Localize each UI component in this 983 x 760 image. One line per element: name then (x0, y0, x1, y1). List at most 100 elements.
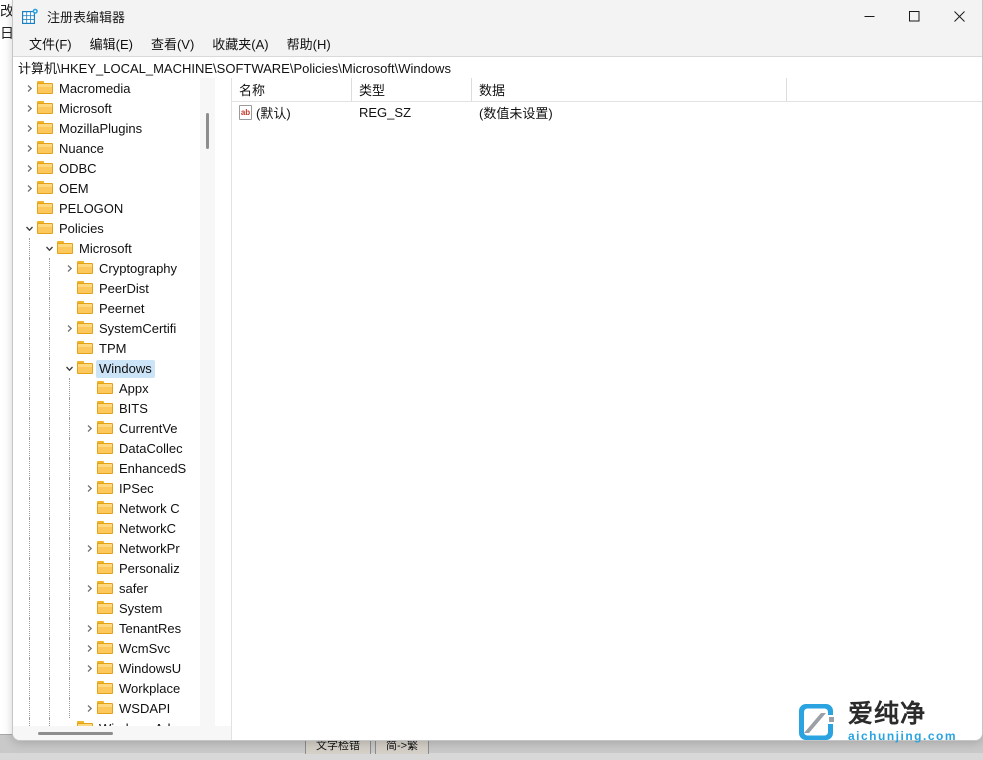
chevron-right-icon[interactable] (81, 658, 97, 678)
chevron-right-icon[interactable] (21, 178, 37, 198)
maximize-button[interactable] (892, 0, 937, 33)
menu-item-edit[interactable]: 编辑(E) (81, 32, 142, 56)
tree-item-windows[interactable]: Windows (13, 358, 199, 378)
tree-guide-line (29, 658, 30, 678)
chevron-down-icon[interactable] (61, 358, 77, 378)
tree-item-workplace[interactable]: Workplace (13, 678, 199, 698)
tree-item-policies[interactable]: Policies (13, 218, 199, 238)
menu-item-help[interactable]: 帮助(H) (278, 32, 340, 56)
tree-item-ipsec[interactable]: IPSec (13, 478, 199, 498)
menu-item-view[interactable]: 查看(V) (142, 32, 203, 56)
tree-item-macromedia[interactable]: Macromedia (13, 78, 199, 98)
folder-icon (97, 601, 114, 615)
tree-item-tenantres[interactable]: TenantRes (13, 618, 199, 638)
tree-item-systemcertifi[interactable]: SystemCertifi (13, 318, 199, 338)
tree-item-network-c[interactable]: Network C (13, 498, 199, 518)
tree-item-pelogon[interactable]: PELOGON (13, 198, 199, 218)
chevron-right-icon[interactable] (21, 78, 37, 98)
tree-item-currentve[interactable]: CurrentVe (13, 418, 199, 438)
tree-vertical-scrollbar-thumb[interactable] (206, 113, 209, 149)
menu-item-file[interactable]: 文件(F) (20, 32, 81, 56)
chevron-right-icon[interactable] (81, 418, 97, 438)
tree-item-cryptography[interactable]: Cryptography (13, 258, 199, 278)
tree-item-label: DataCollec (119, 441, 183, 456)
column-header-data-label: 数据 (479, 80, 505, 99)
chevron-right-icon[interactable] (81, 698, 97, 718)
tree-item-windowsu[interactable]: WindowsU (13, 658, 199, 678)
chevron-right-icon[interactable] (81, 578, 97, 598)
tree-item-system[interactable]: System (13, 598, 199, 618)
registry-values-pane[interactable]: 名称 类型 数据 ab(默认)REG_SZ(数值未设置) (232, 78, 983, 741)
chevron-right-icon[interactable] (21, 158, 37, 178)
chevron-down-icon[interactable] (41, 238, 57, 258)
menu-item-edit-label: 编辑(E) (90, 37, 133, 52)
value-data-cell: (数值未设置) (472, 103, 787, 122)
chevron-down-icon[interactable] (21, 218, 37, 238)
chevron-right-icon[interactable] (61, 258, 77, 278)
column-header-name[interactable]: 名称 (232, 78, 352, 101)
tree-item-windows-adv[interactable]: Windows Adv (13, 718, 199, 726)
tree-item-networkpr[interactable]: NetworkPr (13, 538, 199, 558)
chevron-right-icon[interactable] (21, 98, 37, 118)
tree-item-label: WcmSvc (119, 641, 170, 656)
chevron-right-icon[interactable] (81, 478, 97, 498)
tree-leaf-spacer (81, 558, 97, 578)
folder-icon (37, 101, 54, 115)
tree-horizontal-scrollbar[interactable] (13, 726, 231, 741)
tree-item-personaliz[interactable]: Personaliz (13, 558, 199, 578)
value-row[interactable]: ab(默认)REG_SZ(数值未设置) (232, 102, 983, 123)
close-button[interactable] (937, 0, 982, 33)
chevron-right-icon[interactable] (61, 318, 77, 338)
tree-item-tpm[interactable]: TPM (13, 338, 199, 358)
tree-guide-line (49, 538, 50, 558)
column-header-type[interactable]: 类型 (352, 78, 472, 101)
registry-tree: MacromediaMicrosoftMozillaPluginsNuanceO… (13, 78, 199, 726)
tree-item-wcmsvc[interactable]: WcmSvc (13, 638, 199, 658)
tree-guide-line (49, 398, 50, 418)
tree-guide-line (69, 418, 70, 438)
tree-item-bits[interactable]: BITS (13, 398, 199, 418)
tree-item-label: OEM (59, 181, 89, 196)
tree-guide-line (69, 658, 70, 678)
tree-horizontal-scrollbar-thumb[interactable] (38, 732, 113, 735)
column-header-data[interactable]: 数据 (472, 78, 787, 101)
chevron-right-icon[interactable] (81, 538, 97, 558)
tree-item-microsoft[interactable]: Microsoft (13, 98, 199, 118)
tree-item-nuance[interactable]: Nuance (13, 138, 199, 158)
tree-leaf-spacer (81, 498, 97, 518)
tree-item-peernet[interactable]: Peernet (13, 298, 199, 318)
registry-tree-pane[interactable]: MacromediaMicrosoftMozillaPluginsNuanceO… (13, 78, 232, 741)
menu-item-file-label: 文件(F) (29, 37, 72, 52)
tree-item-appx[interactable]: Appx (13, 378, 199, 398)
address-bar[interactable]: 计算机\HKEY_LOCAL_MACHINE\SOFTWARE\Policies… (13, 56, 982, 79)
column-header-name-label: 名称 (239, 80, 265, 99)
chevron-right-icon[interactable] (81, 618, 97, 638)
tree-item-enhanceds[interactable]: EnhancedS (13, 458, 199, 478)
chevron-right-icon[interactable] (81, 638, 97, 658)
title-bar[interactable]: 注册表编辑器 (13, 0, 982, 33)
tree-guide-line (49, 418, 50, 438)
chevron-right-icon[interactable] (21, 118, 37, 138)
tree-item-peerdist[interactable]: PeerDist (13, 278, 199, 298)
tree-item-datacollec[interactable]: DataCollec (13, 438, 199, 458)
tree-item-networkc[interactable]: NetworkC (13, 518, 199, 538)
tree-item-oem[interactable]: OEM (13, 178, 199, 198)
tree-vertical-scrollbar[interactable] (200, 78, 215, 726)
folder-icon (97, 621, 114, 635)
tree-guide-line (29, 618, 30, 638)
minimize-button[interactable] (847, 0, 892, 33)
tree-item-odbc[interactable]: ODBC (13, 158, 199, 178)
tree-guide-line (29, 638, 30, 658)
tree-guide-line (69, 638, 70, 658)
tree-guide-line (49, 358, 50, 378)
chevron-right-icon[interactable] (21, 138, 37, 158)
tree-leaf-spacer (81, 378, 97, 398)
tree-item-microsoft[interactable]: Microsoft (13, 238, 199, 258)
tree-guide-line (49, 378, 50, 398)
menu-item-favorites[interactable]: 收藏夹(A) (203, 32, 277, 56)
tree-item-label: WSDAPI (119, 701, 170, 716)
tree-guide-line (29, 718, 30, 726)
tree-item-wsdapi[interactable]: WSDAPI (13, 698, 199, 718)
tree-item-safer[interactable]: safer (13, 578, 199, 598)
tree-item-mozillaplugins[interactable]: MozillaPlugins (13, 118, 199, 138)
